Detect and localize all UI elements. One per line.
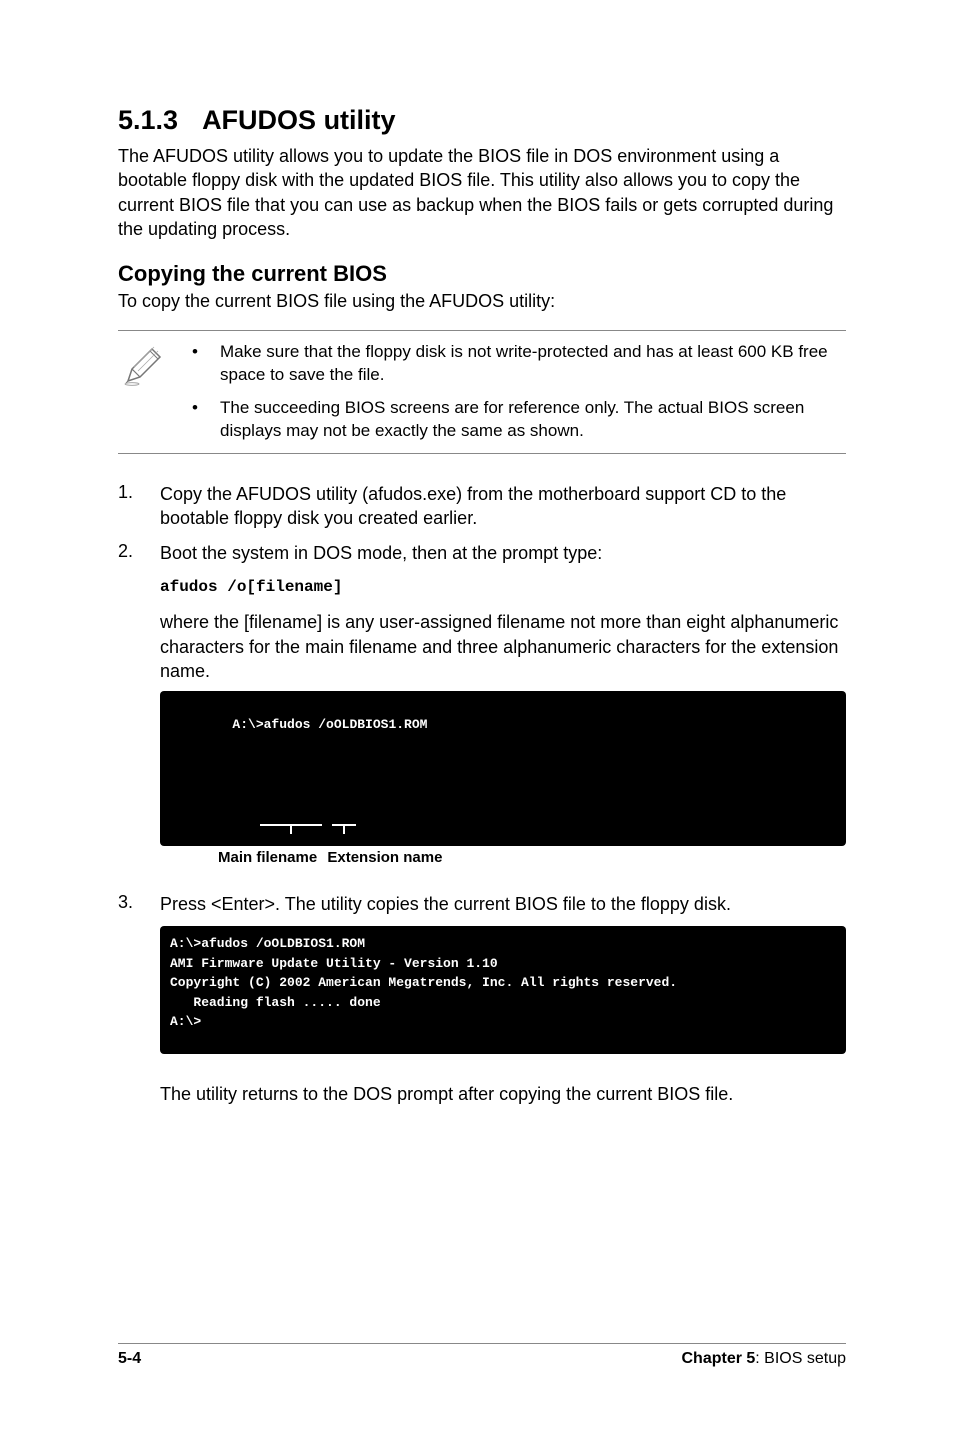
subheading-description: To copy the current BIOS file using the … [118,291,846,312]
section-title: AFUDOS utility [202,105,396,135]
bullet-icon: • [192,397,220,443]
step-item: 1. Copy the AFUDOS utility (afudos.exe) … [118,482,846,531]
subheading: Copying the current BIOS [118,261,846,287]
page-number: 5-4 [118,1350,141,1368]
steps-list: 1. Copy the AFUDOS utility (afudos.exe) … [118,482,846,1072]
note-item: • Make sure that the floppy disk is not … [192,341,846,387]
code-annotation: Main filename Extension name [218,848,846,868]
step-number: 3. [118,892,160,1072]
section-number: 5.1.3 [118,105,178,135]
step-number: 2. [118,541,160,883]
step-content: Press <Enter>. The utility copies the cu… [160,892,846,916]
step-number: 1. [118,482,160,531]
step-description: where the [filename] is any user-assigne… [160,610,846,683]
step-content: Boot the system in DOS mode, then at the… [160,541,846,565]
closing-paragraph: The utility returns to the DOS prompt af… [160,1082,846,1106]
terminal-line: A:\>afudos /oOLDBIOS1.ROM [232,717,427,732]
intro-paragraph: The AFUDOS utility allows you to update … [118,144,846,241]
step-item: 2. Boot the system in DOS mode, then at … [118,541,846,883]
note-item: • The succeeding BIOS screens are for re… [192,397,846,443]
note-text: Make sure that the floppy disk is not wr… [220,341,846,387]
step-content: Copy the AFUDOS utility (afudos.exe) fro… [160,482,846,531]
note-text: The succeeding BIOS screens are for refe… [220,397,846,443]
bullet-icon: • [192,341,220,387]
page-footer: 5-4 Chapter 5: BIOS setup [118,1343,846,1368]
pencil-note-icon [118,341,168,387]
section-heading: 5.1.3 AFUDOS utility [118,105,846,136]
terminal-output: A:\>afudos /oOLDBIOS1.ROM [160,691,846,846]
annotation-extension-name: Extension name [327,849,442,866]
step-item: 3. Press <Enter>. The utility copies the… [118,892,846,1072]
chapter-label: Chapter 5: BIOS setup [681,1350,846,1368]
note-block: • Make sure that the floppy disk is not … [118,330,846,454]
annotation-main-filename: Main filename [218,849,317,866]
command-code: afudos /o[filename] [160,577,846,599]
terminal-output: A:\>afudos /oOLDBIOS1.ROM AMI Firmware U… [160,926,846,1054]
